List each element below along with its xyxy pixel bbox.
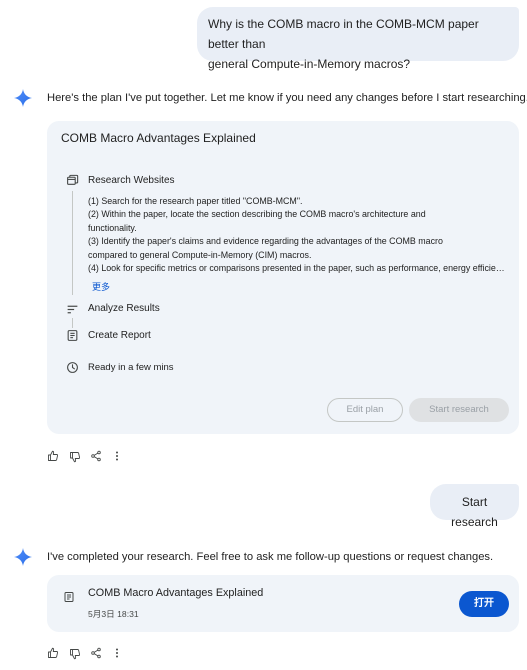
plan-details: (1) Search for the research paper titled… (88, 195, 508, 275)
plan-detail-line: (3) Identify the paper's claims and evid… (88, 236, 443, 247)
show-more-link[interactable]: 更多 (92, 280, 110, 293)
step-label-create-report: Create Report (88, 330, 151, 341)
assistant-reply-text: Here's the plan I've put together. Let m… (47, 92, 527, 104)
analyze-icon (67, 305, 78, 314)
share-icon[interactable] (90, 450, 102, 462)
web-search-icon (67, 174, 79, 185)
more-vert-icon[interactable] (111, 450, 123, 462)
report-icon (67, 330, 78, 341)
user-message-line: general Compute-in-Memory macros? (208, 57, 411, 71)
assistant-reply-text: I've completed your research. Feel free … (47, 551, 494, 563)
report-date: 5月3日 18:31 (88, 609, 139, 619)
plan-detail-line: (4) Look for specific metrics or compari… (88, 263, 508, 274)
document-icon (64, 592, 74, 602)
gemini-sparkle-icon (14, 89, 32, 107)
more-vert-icon[interactable] (111, 647, 123, 659)
thumb-down-icon[interactable] (69, 648, 81, 660)
plan-detail-line: (1) Search for the research paper titled… (88, 196, 303, 206)
thumb-down-icon[interactable] (69, 451, 81, 463)
plan-detail-line: compared to general Compute-in-Memory (C… (88, 249, 312, 260)
user-message-bubble: Start research (430, 484, 519, 529)
step-connector (72, 318, 73, 328)
eta-label: Ready in a few mins (88, 362, 174, 373)
user-message-line: Why is the COMB macro in the COMB-MCM pa… (208, 17, 479, 51)
open-report-button[interactable]: 打开 (459, 591, 509, 617)
thumb-up-icon[interactable] (47, 450, 59, 462)
plan-title: COMB Macro Advantages Explained (61, 131, 256, 145)
plan-detail-line: (2) Within the paper, locate the section… (88, 209, 426, 220)
gemini-sparkle-icon (14, 548, 32, 566)
step-label-analyze-results: Analyze Results (88, 303, 160, 314)
plan-detail-line: functionality. (88, 222, 137, 233)
report-card[interactable]: COMB Macro Advantages Explained 5月3日 18:… (47, 575, 519, 632)
share-icon[interactable] (90, 647, 102, 659)
start-research-button[interactable]: Start research (409, 398, 509, 422)
edit-plan-button[interactable]: Edit plan (327, 398, 403, 422)
step-label-research-websites: Research Websites (88, 175, 175, 186)
user-message-bubble: Why is the COMB macro in the COMB-MCM pa… (197, 7, 519, 71)
step-connector (72, 191, 73, 295)
thumb-up-icon[interactable] (47, 647, 59, 659)
report-title: COMB Macro Advantages Explained (88, 587, 264, 599)
research-plan-card: COMB Macro Advantages Explained Research… (47, 121, 519, 434)
clock-icon (67, 362, 78, 373)
